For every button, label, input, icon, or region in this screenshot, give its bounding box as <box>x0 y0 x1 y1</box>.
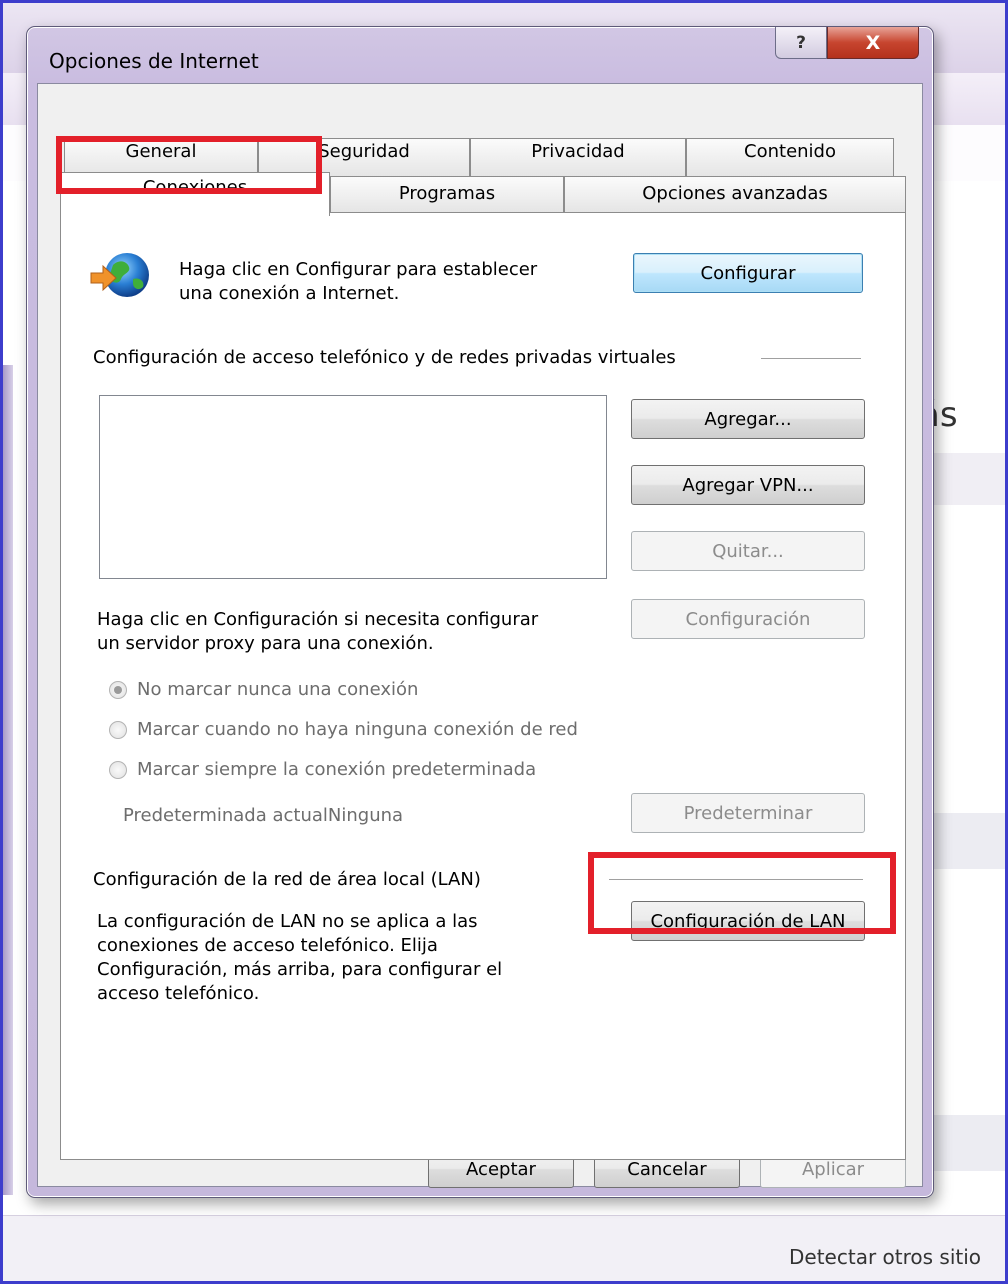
tab-contenido[interactable]: Contenido <box>686 138 894 178</box>
connections-listbox[interactable] <box>99 395 607 579</box>
dialup-group-label: Configuración de acceso telefónico y de … <box>93 347 676 368</box>
lan-text-line2: conexiones de acceso telefónico. Elija <box>97 935 438 956</box>
radio-no-marcar[interactable] <box>109 681 127 699</box>
setup-description-line1: Haga clic en Configurar para establecer <box>179 259 538 280</box>
background-side-accent <box>3 365 13 1195</box>
predeterminar-button[interactable]: Predeterminar <box>631 793 865 833</box>
radio-marcar-siempre[interactable] <box>109 761 127 779</box>
agregar-vpn-button[interactable]: Agregar VPN... <box>631 465 865 505</box>
lan-group-label: Configuración de la red de área local (L… <box>93 869 481 890</box>
background-band <box>933 1115 1005 1171</box>
close-icon: X <box>865 31 881 54</box>
lan-settings-button[interactable]: Configuración de LAN <box>631 901 865 941</box>
tab-opciones-avanzadas[interactable]: Opciones avanzadas <box>564 176 906 214</box>
connections-tab-panel: Haga clic en Configurar para establecer … <box>60 212 906 1160</box>
radio-label-marcar-siempre: Marcar siempre la conexión predeterminad… <box>137 759 537 780</box>
radio-label-no-marcar: No marcar nunca una conexión <box>137 679 419 700</box>
background-band <box>933 813 1005 869</box>
quitar-button[interactable]: Quitar... <box>631 531 865 571</box>
close-button[interactable]: X <box>827 27 919 59</box>
background-partial-link[interactable]: Detectar otros sitio <box>789 1245 981 1269</box>
background-band <box>933 453 1005 505</box>
help-icon: ? <box>796 32 806 53</box>
lan-text-line1: La configuración de LAN no se aplica a l… <box>97 911 478 932</box>
dialog-title: Opciones de Internet <box>49 49 259 73</box>
proxy-text-line2: un servidor proxy para una conexión. <box>97 633 434 654</box>
tab-programas[interactable]: Programas <box>330 176 564 214</box>
tab-conexiones[interactable]: Conexiones <box>60 172 330 216</box>
radio-marcar-sin-red[interactable] <box>109 721 127 739</box>
lan-text-line4: acceso telefónico. <box>97 983 260 1004</box>
lan-text-line3: Configuración, más arriba, para configur… <box>97 959 503 980</box>
internet-options-dialog: Opciones de Internet ? X General Segurid… <box>26 26 934 1198</box>
group-divider <box>761 358 861 359</box>
dialog-client-area: General Seguridad Privacidad Contenido C… <box>37 83 923 1188</box>
configurar-button[interactable]: Configurar <box>633 253 863 293</box>
proxy-text-line1: Haga clic en Configuración si necesita c… <box>97 609 539 630</box>
help-button[interactable]: ? <box>775 27 827 59</box>
internet-connection-globe-icon <box>90 253 149 297</box>
tab-privacidad[interactable]: Privacidad <box>470 138 686 178</box>
setup-description-line2: una conexión a Internet. <box>179 283 400 304</box>
group-divider <box>609 879 863 880</box>
current-default: Predeterminada actualNinguna <box>123 805 404 826</box>
agregar-button[interactable]: Agregar... <box>631 399 865 439</box>
radio-label-marcar-sin-red: Marcar cuando no haya ninguna conexión d… <box>137 719 578 740</box>
configuracion-button[interactable]: Configuración <box>631 599 865 639</box>
